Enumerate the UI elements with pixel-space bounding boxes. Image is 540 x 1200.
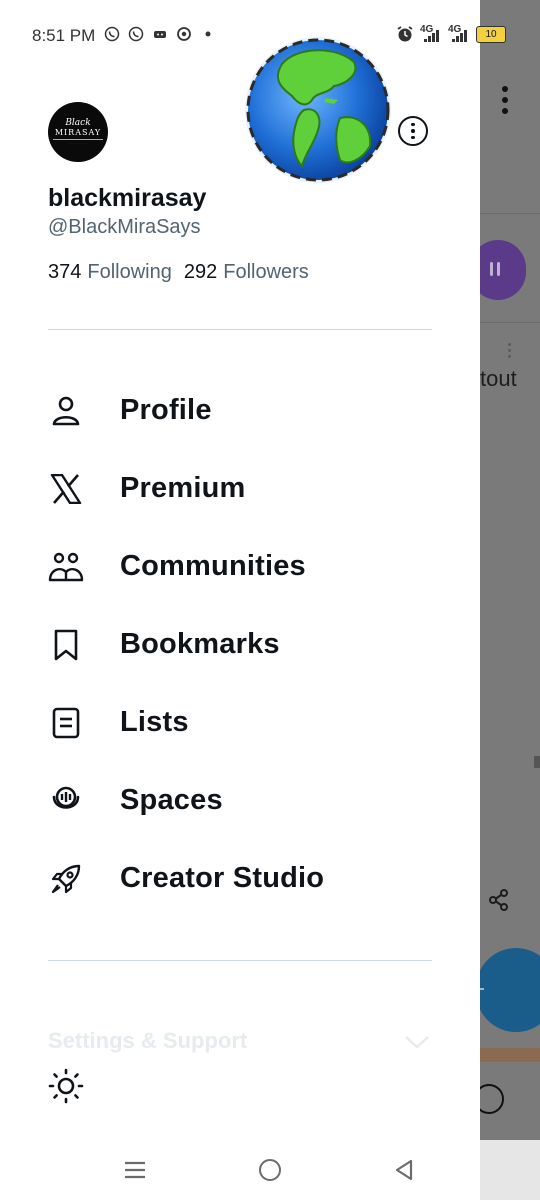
communities-icon <box>48 550 84 584</box>
menu-item-lists[interactable]: Lists <box>0 684 480 762</box>
person-icon <box>48 394 84 428</box>
background-circle-icon <box>480 1084 504 1114</box>
share-icon <box>489 889 508 911</box>
signal-icon: 4G <box>448 24 470 44</box>
menu-item-premium[interactable]: Premium <box>0 450 480 528</box>
menu-item-bookmarks[interactable]: Bookmarks <box>0 606 480 684</box>
following-label[interactable]: Following <box>87 261 171 284</box>
background-scroll-mark <box>534 756 540 768</box>
system-navigation-bar <box>0 1140 480 1200</box>
background-divider <box>480 322 540 323</box>
menu-item-creator-studio[interactable]: Creator Studio <box>0 840 480 918</box>
whatsapp-icon <box>104 26 120 42</box>
menu-item-communities[interactable]: Communities <box>0 528 480 606</box>
status-right: 4G 4G <box>396 24 470 44</box>
divider <box>48 960 432 961</box>
whatsapp-icon <box>128 26 144 42</box>
menu-item-spaces[interactable]: Spaces <box>0 762 480 840</box>
bookmark-icon <box>48 628 84 662</box>
background-compose-button <box>480 948 540 1032</box>
follow-counts: 374 Following 292 Followers <box>48 261 315 284</box>
status-bar: 8:51 PM 4G 4G <box>0 0 480 70</box>
sync-icon <box>177 27 191 41</box>
following-count[interactable]: 374 <box>48 261 81 284</box>
background-more-icon <box>508 343 511 358</box>
background-partial-text: tout <box>480 366 517 391</box>
globe-icon <box>245 37 391 183</box>
game-icon <box>154 31 166 38</box>
status-time: 8:51 PM <box>32 26 96 45</box>
background-more-icon <box>502 86 508 114</box>
spaces-icon <box>48 784 84 818</box>
divider <box>48 329 432 330</box>
background-nav-strip <box>480 1140 540 1200</box>
dot-icon <box>205 31 211 37</box>
notification-icons <box>104 26 216 42</box>
navigation-drawer: 8:51 PM 4G 4G Black MIRASAY · · · · · · … <box>0 0 480 1140</box>
followers-label[interactable]: Followers <box>223 261 309 284</box>
signal-icon: 4G <box>420 24 442 44</box>
recent-apps-icon[interactable] <box>124 1160 146 1180</box>
battery-icon: 10 <box>476 26 506 43</box>
list-icon <box>48 706 84 740</box>
display-name[interactable]: blackmirasay <box>48 184 206 213</box>
alarm-icon <box>397 26 413 42</box>
background-app-overlay[interactable]: tout <box>480 0 540 1200</box>
x-logo-icon <box>48 472 84 506</box>
back-icon[interactable] <box>394 1159 414 1181</box>
home-icon[interactable] <box>259 1159 281 1181</box>
settings-support-toggle[interactable]: Settings & Support <box>48 1028 247 1054</box>
followers-count[interactable]: 292 <box>184 261 217 284</box>
background-divider <box>480 213 540 214</box>
avatar[interactable]: Black MIRASAY · · · · · · · · · · <box>48 102 108 162</box>
background-audio-button <box>480 240 526 300</box>
background-thumbnail <box>480 1048 540 1062</box>
user-handle: @BlackMiraSays <box>48 216 201 238</box>
display-mode-icon[interactable] <box>48 1068 84 1104</box>
rocket-icon <box>48 862 84 896</box>
menu-item-profile[interactable]: Profile <box>0 372 480 450</box>
avatar-small-text: · · · · · · · · · · <box>69 140 87 145</box>
chevron-down-icon[interactable] <box>404 1034 430 1050</box>
more-accounts-button[interactable] <box>398 116 428 146</box>
